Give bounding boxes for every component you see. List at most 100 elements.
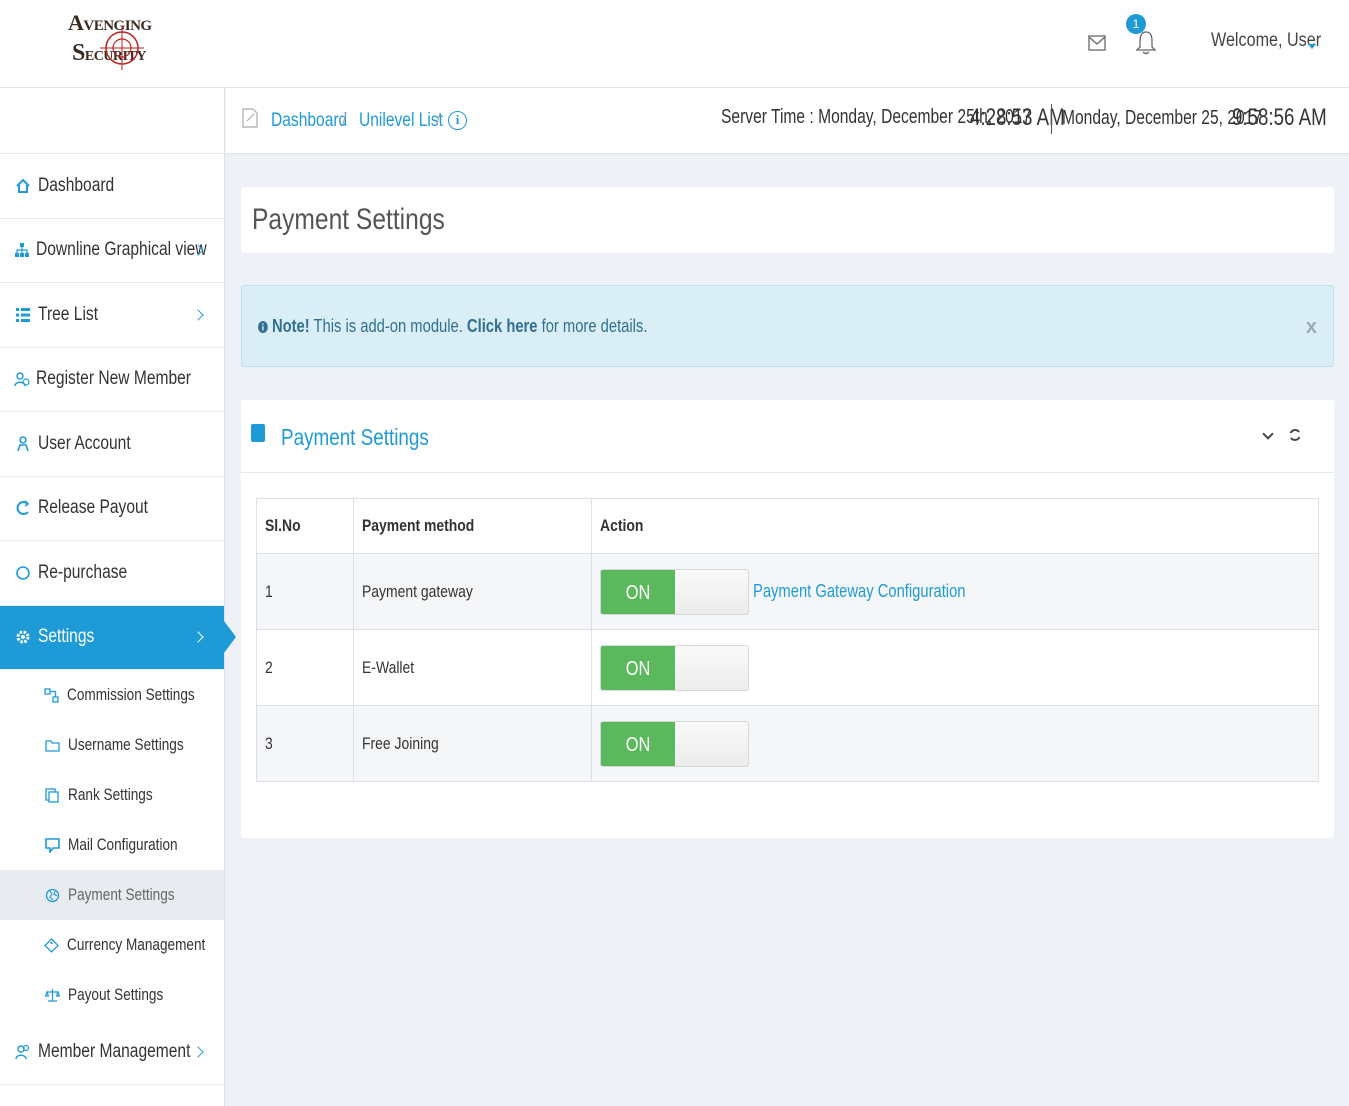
cell-method: E-Wallet — [353, 629, 592, 706]
cell-action: ON Payment Gateway Configuration — [591, 553, 1319, 630]
table-header-row: Sl.No Payment method Action — [256, 498, 1319, 554]
breadcrumb-dashboard[interactable]: Dashboard — [271, 110, 347, 132]
cell-method: Payment gateway — [353, 553, 592, 630]
cell-text: Payment gateway — [362, 581, 473, 601]
column-header-payment-method: Payment method — [353, 498, 592, 554]
cell-text: 3 — [265, 733, 273, 753]
sidebar-item-register-new-member[interactable]: Register New Member — [0, 348, 224, 412]
cell-method: Free Joining — [353, 705, 592, 782]
info-circle-icon — [258, 321, 268, 333]
collapse-icon[interactable] — [1262, 428, 1274, 440]
info-icon[interactable]: i — [448, 111, 467, 130]
close-icon[interactable]: x — [1306, 316, 1317, 339]
cell-text: 2 — [265, 657, 273, 677]
logo[interactable]: AVENGING SECURITY — [62, 4, 152, 84]
sidebar-subitem-label: Currency Management — [67, 935, 206, 954]
local-time-clock: 9:58:56 AM — [1232, 104, 1327, 131]
scale-icon — [44, 987, 60, 1003]
toggle-on-text: ON — [625, 733, 651, 756]
document-icon — [242, 108, 258, 128]
cell-slno: 2 — [256, 629, 354, 706]
sidebar-subitem-commission-settings[interactable]: Commission Settings — [0, 670, 224, 720]
table-row: 1 Payment gateway ON Payment Gateway Conf… — [256, 553, 1319, 630]
caret-down-icon[interactable] — [1308, 44, 1316, 49]
payment-methods-table: Sl.No Payment method Action 1 Payment ga… — [256, 498, 1319, 782]
chevron-right-icon — [192, 309, 204, 321]
logo-line-1-prefix: A — [68, 10, 84, 35]
sidebar-item-label: Release Payout — [38, 497, 149, 519]
sidebar-subitem-currency-management[interactable]: Currency Management — [0, 920, 224, 970]
sidebar-subitem-payout-settings[interactable]: Payout Settings — [0, 970, 224, 1020]
payment-settings-panel: Payment Settings Sl.No Payment method Ac… — [241, 400, 1334, 838]
home-icon — [14, 177, 32, 195]
sidebar-spacer — [0, 88, 224, 154]
breadcrumb-unilevel-list[interactable]: Unilevel List — [359, 110, 443, 132]
column-header-text: Sl.No — [265, 516, 301, 535]
chevron-right-icon — [192, 1046, 204, 1058]
toggle-on-text: ON — [625, 657, 651, 680]
toggle-switch[interactable]: ON — [600, 720, 749, 767]
toggle-on-label: ON — [601, 721, 675, 766]
toggle-switch[interactable]: ON — [600, 644, 749, 691]
circle-icon — [14, 564, 32, 582]
sidebar-subitem-label: Commission Settings — [67, 685, 195, 704]
sidebar-subitem-label: Payment Settings — [68, 885, 175, 904]
notification-badge: 1 — [1126, 14, 1146, 34]
sidebar-subitem-label: Payout Settings — [68, 985, 164, 1004]
breadcrumb-bar: Dashboard / Unilevel List / i Server Tim… — [226, 88, 1349, 154]
crosshair-icon — [100, 26, 144, 70]
sidebar-item-label: Tree List — [38, 303, 99, 325]
sidebar-subitem-rank-settings[interactable]: Rank Settings — [0, 770, 224, 820]
sidebar-subitem-label: Username Settings — [68, 735, 184, 754]
sidebar-item-label: Downline Graphical view — [36, 239, 207, 261]
sidebar-subitem-username-settings[interactable]: Username Settings — [0, 720, 224, 770]
note-text: Note! This is add-on module. Click here … — [258, 316, 647, 337]
user-add-icon — [14, 370, 30, 388]
sidebar-item-label: Register New Member — [36, 368, 191, 390]
sidebar-item-label: Settings — [38, 626, 95, 648]
sidebar-item-settings[interactable]: Settings — [0, 605, 224, 670]
panel-header: Payment Settings — [241, 400, 1334, 473]
reload-icon[interactable] — [1288, 428, 1302, 442]
payment-gateway-configuration-link[interactable]: Payment Gateway Configuration — [753, 581, 965, 602]
sidebar-item-tree-list[interactable]: Tree List — [0, 283, 224, 348]
edit-icon — [251, 424, 265, 442]
sidebar-subitem-label: Mail Configuration — [68, 835, 178, 854]
note-strong: Note! — [271, 316, 310, 336]
cell-action: ON — [591, 629, 1319, 706]
sidebar-item-dashboard[interactable]: Dashboard — [0, 154, 224, 219]
note-body: This is add-on module. — [309, 316, 467, 336]
column-header-slno: Sl.No — [256, 498, 354, 554]
mail-icon[interactable] — [1088, 34, 1106, 52]
sidebar-item-re-purchase[interactable]: Re-purchase — [0, 541, 224, 606]
sidebar-item-member-management[interactable]: Member Management — [0, 1020, 224, 1085]
sidebar: Dashboard Downline Graphical view Tree L… — [0, 88, 225, 1106]
sidebar-subitem-mail-configuration[interactable]: Mail Configuration — [0, 820, 224, 870]
note-link[interactable]: Click here — [467, 316, 538, 336]
column-header-text: Action — [600, 516, 644, 535]
toggle-on-text: ON — [625, 581, 651, 604]
copy-icon — [44, 787, 60, 803]
sidebar-item-downline-graphical-view[interactable]: Downline Graphical view — [0, 219, 224, 283]
mail-config-icon — [44, 837, 60, 853]
breadcrumb-separator: / — [342, 110, 347, 129]
folder-icon — [44, 737, 60, 753]
gear-icon — [14, 628, 32, 646]
cell-text: Free Joining — [362, 733, 439, 753]
sidebar-subitem-payment-settings[interactable]: Payment Settings — [0, 870, 224, 920]
logo-line-2-prefix: S — [72, 40, 85, 66]
globe-icon — [44, 887, 60, 903]
toggle-on-label: ON — [601, 569, 675, 614]
sidebar-item-user-account[interactable]: User Account — [0, 412, 224, 477]
user-icon — [14, 435, 32, 453]
chevron-right-icon — [192, 631, 204, 643]
toggle-knob — [675, 569, 748, 614]
user-menu[interactable]: Welcome, User — [1211, 30, 1321, 52]
share-icon — [44, 687, 59, 703]
cell-slno: 1 — [256, 553, 354, 630]
toggle-switch[interactable]: ON — [600, 568, 749, 615]
sidebar-item-release-payout[interactable]: Release Payout — [0, 477, 224, 541]
cell-text: 1 — [265, 581, 273, 601]
toggle-knob — [675, 645, 748, 690]
column-header-text: Payment method — [362, 516, 475, 535]
